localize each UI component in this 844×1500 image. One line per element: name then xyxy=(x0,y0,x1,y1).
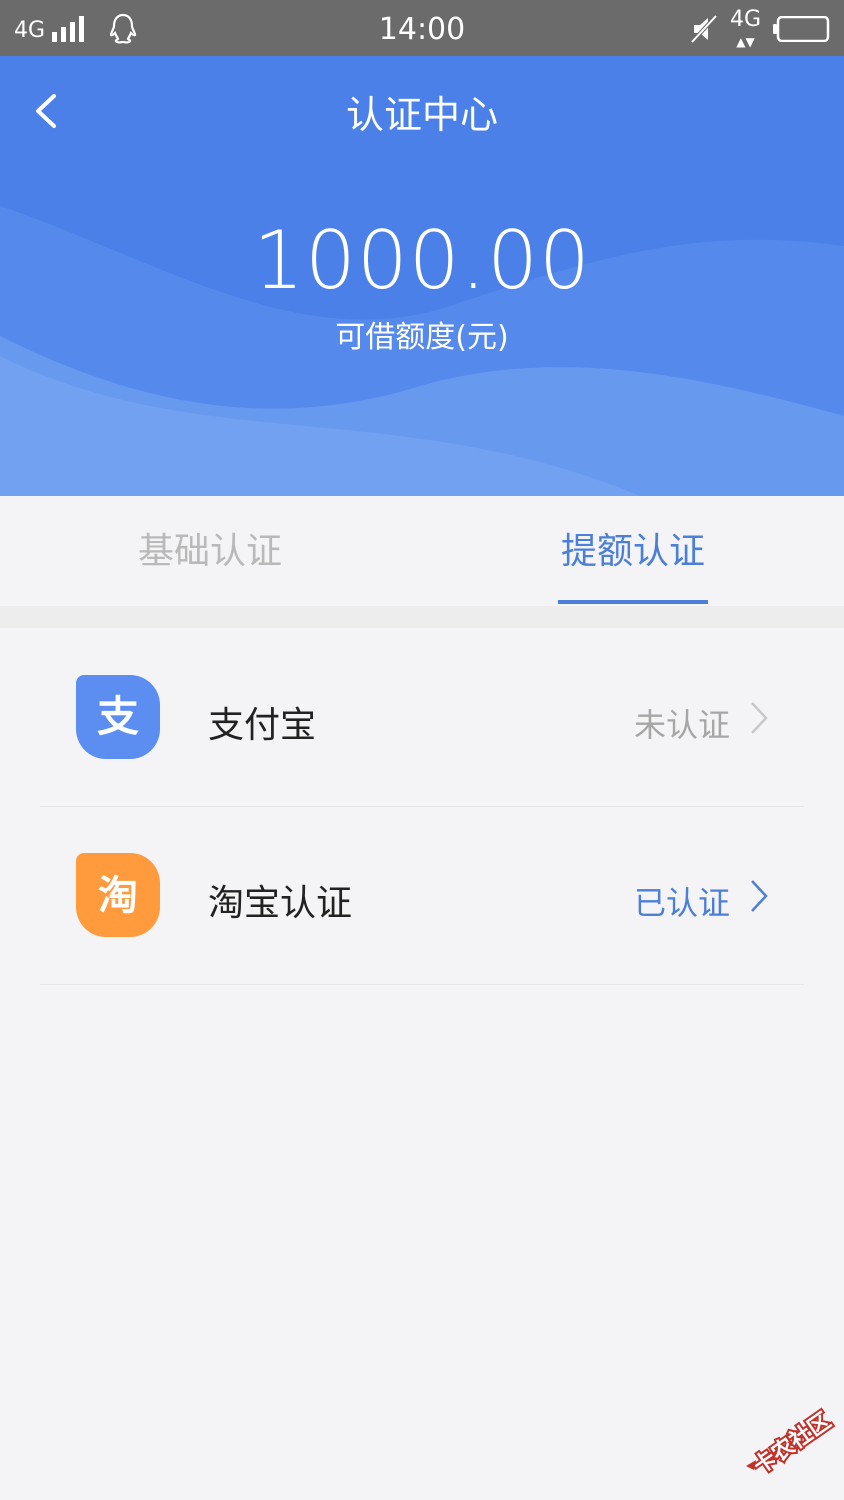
network-type-right: 4G ▲▼ xyxy=(730,7,762,50)
active-tab-indicator xyxy=(558,600,708,604)
mute-icon xyxy=(690,14,718,44)
credit-amount-label: 可借额度(元) xyxy=(335,320,509,355)
verification-status: 已认证 xyxy=(633,884,730,922)
list-item-alipay[interactable]: 支 支付宝 未认证 xyxy=(0,628,844,806)
header: 认证中心 1000.00 可借额度(元) xyxy=(0,56,844,496)
battery-icon xyxy=(773,16,830,42)
credit-amount: 1000.00 xyxy=(253,214,591,307)
chevron-right-icon xyxy=(751,702,768,734)
status-bar: 4G 14:00 4G ▲▼ xyxy=(0,0,844,56)
list-item-title: 支付宝 xyxy=(208,705,317,746)
taobao-glyph-text: 淘 xyxy=(98,873,138,919)
watermark-logo: 卡农社区 xyxy=(746,1406,838,1482)
tab-basic-verification[interactable]: 基础认证 xyxy=(60,496,360,606)
alipay-glyph: 支 xyxy=(97,692,139,741)
list-item-title: 淘宝认证 xyxy=(208,883,353,924)
tab-bar: 基础认证 提额认证 xyxy=(0,496,844,606)
taobao-icon: 淘 xyxy=(76,853,160,937)
watermark-text: 卡农社区 xyxy=(749,1408,836,1480)
chevron-right-icon xyxy=(751,880,768,912)
taobao-glyph: 淘 xyxy=(98,873,138,919)
list-divider xyxy=(40,984,804,985)
section-divider xyxy=(0,606,844,628)
page-title: 认证中心 xyxy=(345,93,498,137)
list-item-taobao[interactable]: 淘 淘宝认证 已认证 xyxy=(0,806,844,984)
tab-limit-verification[interactable]: 提额认证 xyxy=(483,496,783,606)
alipay-glyph-text: 支 xyxy=(97,692,139,741)
alipay-icon: 支 xyxy=(76,675,160,759)
verification-status: 未认证 xyxy=(633,706,730,744)
